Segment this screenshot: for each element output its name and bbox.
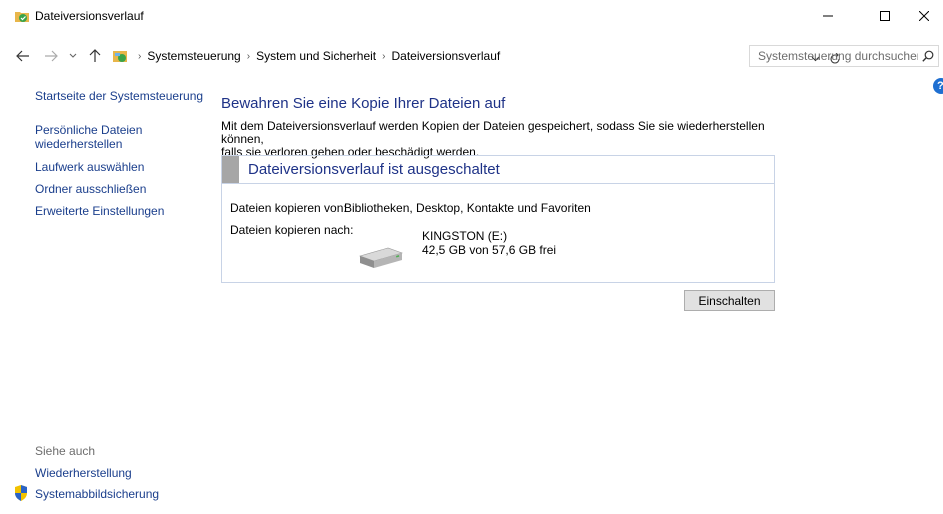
forward-button[interactable] xyxy=(42,47,60,65)
status-panel: Dateiversionsverlauf ist ausgeschaltet D… xyxy=(221,155,775,283)
drive-free-space: 42,5 GB von 57,6 GB frei xyxy=(422,243,557,257)
breadcrumb-file-history[interactable]: Dateiversionsverlauf xyxy=(391,49,500,63)
status-title: Dateiversionsverlauf ist ausgeschaltet xyxy=(248,161,500,178)
sidebar-link-advanced-settings[interactable]: Erweiterte Einstellungen xyxy=(35,204,164,218)
breadcrumb-separator: › xyxy=(246,50,251,62)
status-header: Dateiversionsverlauf ist ausgeschaltet xyxy=(222,156,774,184)
arrow-up-icon xyxy=(89,49,101,62)
minimize-button[interactable] xyxy=(805,0,851,32)
close-icon xyxy=(919,11,929,21)
see-also-heading: Siehe auch xyxy=(35,444,96,458)
drive-name: KINGSTON (E:) xyxy=(422,229,508,243)
description: Mit dem Dateiversionsverlauf werden Kopi… xyxy=(221,120,781,159)
search-box xyxy=(749,45,939,67)
sidebar-link-restore-line1: Persönliche Dateien xyxy=(35,123,143,137)
sidebar-link-select-drive[interactable]: Laufwerk auswählen xyxy=(35,160,144,174)
up-button[interactable] xyxy=(86,47,104,65)
sidebar-link-restore-files[interactable]: Persönliche Dateien wiederherstellen xyxy=(35,123,142,151)
copy-from-value: Bibliotheken, Desktop, Kontakte und Favo… xyxy=(344,201,591,215)
description-line1: Mit dem Dateiversionsverlauf werden Kopi… xyxy=(221,119,765,146)
arrow-left-icon xyxy=(16,50,29,62)
breadcrumb-system-security[interactable]: System und Sicherheit xyxy=(256,49,376,63)
window-title: Dateiversionsverlauf xyxy=(35,9,144,23)
sidebar-link-recovery[interactable]: Wiederherstellung xyxy=(35,466,132,480)
maximize-button[interactable] xyxy=(862,0,908,32)
drive-icon xyxy=(359,247,403,268)
breadcrumb-separator: › xyxy=(138,50,142,62)
title-bar: Dateiversionsverlauf xyxy=(0,0,943,32)
sidebar-link-system-image[interactable]: Systemabbildsicherung xyxy=(35,487,159,501)
arrow-right-icon xyxy=(45,50,58,62)
sidebar: Startseite der Systemsteuerung Persönlic… xyxy=(0,80,205,514)
sidebar-link-restore-line2: wiederherstellen xyxy=(35,137,123,151)
search-icon[interactable] xyxy=(918,46,938,66)
sidebar-link-exclude-folders[interactable]: Ordner ausschließen xyxy=(35,182,146,196)
copy-from-label: Dateien kopieren von: xyxy=(230,201,347,215)
breadcrumb-separator: › xyxy=(382,50,386,62)
file-history-icon xyxy=(15,12,29,22)
uac-shield-icon xyxy=(15,485,27,501)
minimize-icon xyxy=(823,15,833,17)
maximize-icon xyxy=(880,11,890,21)
page-title: Bewahren Sie eine Kopie Ihrer Dateien au… xyxy=(221,95,506,112)
search-input[interactable] xyxy=(750,49,918,63)
help-icon[interactable]: ? xyxy=(933,78,943,94)
address-bar[interactable]: › Systemsteuerung › System und Sicherhei… xyxy=(108,45,840,67)
recent-locations-button[interactable] xyxy=(66,47,80,65)
control-panel-icon xyxy=(113,51,127,62)
sidebar-link-home[interactable]: Startseite der Systemsteuerung xyxy=(35,89,203,103)
close-button[interactable] xyxy=(905,0,943,32)
chevron-down-icon xyxy=(69,53,77,58)
back-button[interactable] xyxy=(14,47,32,65)
turn-on-button[interactable]: Einschalten xyxy=(684,290,775,311)
breadcrumb-control-panel[interactable]: Systemsteuerung xyxy=(147,49,240,63)
copy-to-label: Dateien kopieren nach: xyxy=(230,223,354,237)
address-row: › Systemsteuerung › System und Sicherhei… xyxy=(0,42,943,70)
status-indicator xyxy=(222,156,239,183)
